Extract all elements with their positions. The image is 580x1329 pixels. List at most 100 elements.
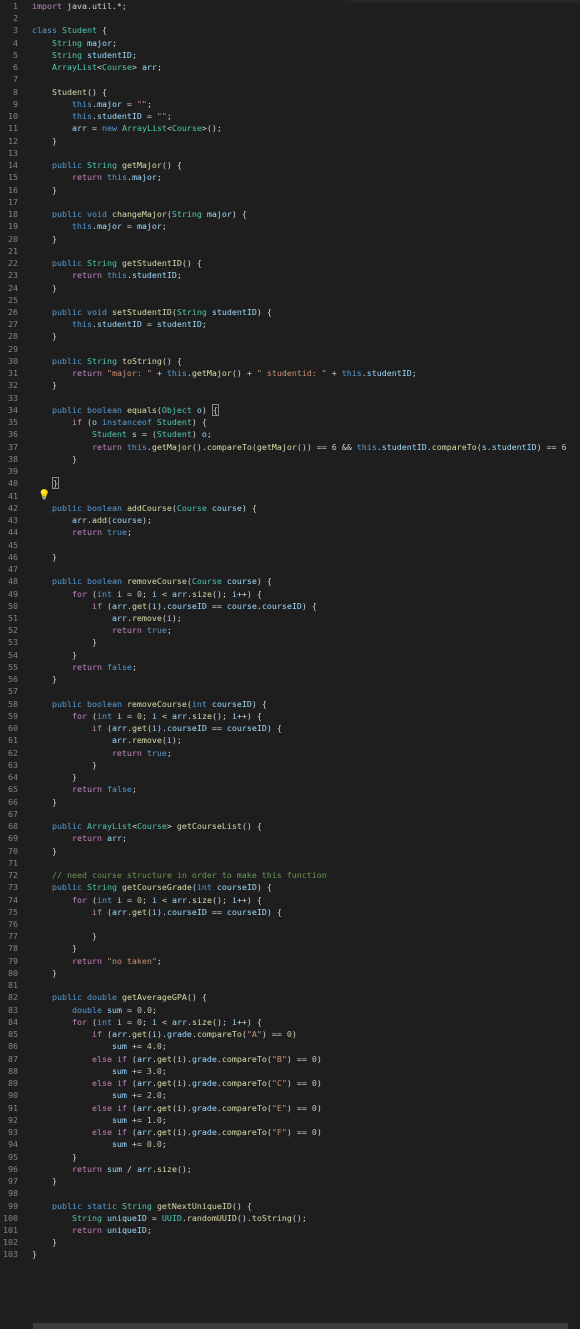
horizontal-scrollbar[interactable] bbox=[33, 1323, 568, 1329]
code-editor[interactable]: 1 import java.util.*; 2 3 class Student {4 S… bbox=[0, 0, 580, 1318]
code-line[interactable]: 40 } bbox=[0, 477, 580, 490]
code-line[interactable]: 24 } bbox=[0, 282, 580, 294]
code-line[interactable]: 83 double sum = 0.0; bbox=[0, 1004, 580, 1016]
code-line[interactable]: 73 public String getCourseGrade(int cour… bbox=[0, 881, 580, 893]
code-line[interactable]: 39 bbox=[0, 465, 580, 477]
code-line[interactable]: 43 arr.add(course); bbox=[0, 514, 580, 526]
code-line[interactable]: 46 } bbox=[0, 551, 580, 563]
code-line[interactable]: 15 return this.major; bbox=[0, 171, 580, 183]
code-line[interactable]: 89 else if (arr.get(i).grade.compareTo("… bbox=[0, 1077, 580, 1089]
code-line[interactable]: 12 } bbox=[0, 135, 580, 147]
code-line[interactable]: 42 public boolean addCourse(Course cours… bbox=[0, 502, 580, 514]
code-line[interactable]: 41 bbox=[0, 490, 580, 502]
code-line[interactable]: 48 public boolean removeCourse(Course co… bbox=[0, 575, 580, 587]
code-line[interactable]: 84 for (int i = 0; i < arr.size(); i++) … bbox=[0, 1016, 580, 1028]
code-line[interactable]: 47 bbox=[0, 563, 580, 575]
code-line[interactable]: 20 } bbox=[0, 233, 580, 245]
code-line[interactable]: 98 bbox=[0, 1187, 580, 1199]
code-line[interactable]: 93 else if (arr.get(i).grade.compareTo("… bbox=[0, 1126, 580, 1138]
code-line[interactable]: 37 return this.getMajor().compareTo(getM… bbox=[0, 441, 580, 453]
code-line[interactable]: 62 return true; bbox=[0, 747, 580, 759]
code-line[interactable]: 94 sum += 0.0; bbox=[0, 1138, 580, 1150]
code-line[interactable]: 4 String major; bbox=[0, 37, 580, 49]
code-line[interactable]: 13 bbox=[0, 147, 580, 159]
code-line[interactable]: 52 return true; bbox=[0, 624, 580, 636]
code-line[interactable]: 91 else if (arr.get(i).grade.compareTo("… bbox=[0, 1102, 580, 1114]
code-line[interactable]: 33 bbox=[0, 392, 580, 404]
code-line[interactable]: 102 } bbox=[0, 1236, 580, 1248]
code-line[interactable]: 34 public boolean equals(Object o) { bbox=[0, 403, 580, 416]
code-line[interactable]: 25 bbox=[0, 294, 580, 306]
code-line[interactable]: 10 this.studentID = ""; bbox=[0, 110, 580, 122]
code-line[interactable]: 2 bbox=[0, 12, 580, 24]
code-line[interactable]: 36 Student s = (Student) o; bbox=[0, 428, 580, 440]
code-line[interactable]: 101 return uniqueID; bbox=[0, 1224, 580, 1236]
code-line[interactable]: 95 } bbox=[0, 1151, 580, 1163]
code-line[interactable]: 65 return false; bbox=[0, 783, 580, 795]
code-line[interactable]: 96 return sum / arr.size(); bbox=[0, 1163, 580, 1175]
code-line[interactable]: 18 public void changeMajor(String major)… bbox=[0, 208, 580, 220]
code-line[interactable]: 5 String studentID; bbox=[0, 49, 580, 61]
code-line[interactable]: 26 public void setStudentID(String stude… bbox=[0, 306, 580, 318]
code-line[interactable]: 31 return "major: " + this.getMajor() + … bbox=[0, 367, 580, 379]
lightbulb-icon[interactable]: 💡 bbox=[38, 490, 50, 501]
code-line[interactable]: 30 public String toString() { bbox=[0, 355, 580, 367]
code-line[interactable]: 86 sum += 4.0; bbox=[0, 1040, 580, 1052]
code-line[interactable]: 103} bbox=[0, 1248, 580, 1260]
code-line[interactable]: 19 this.major = major; bbox=[0, 220, 580, 232]
code-line[interactable]: 53 } bbox=[0, 636, 580, 648]
code-line[interactable]: 97 } bbox=[0, 1175, 580, 1187]
code-line[interactable]: 77 } bbox=[0, 930, 580, 942]
code-line[interactable]: 7 bbox=[0, 73, 580, 85]
code-line[interactable]: 66 } bbox=[0, 796, 580, 808]
code-line[interactable]: 82 public double getAverageGPA() { bbox=[0, 991, 580, 1003]
code-line[interactable]: 57 bbox=[0, 685, 580, 697]
code-line[interactable]: 23 return this.studentID; bbox=[0, 269, 580, 281]
code-line[interactable]: 100 String uniqueID = UUID.randomUUID().… bbox=[0, 1212, 580, 1224]
code-line[interactable]: 49 for (int i = 0; i < arr.size(); i++) … bbox=[0, 588, 580, 600]
code-line[interactable]: 59 for (int i = 0; i < arr.size(); i++) … bbox=[0, 710, 580, 722]
code-line[interactable]: 79 return "no taken"; bbox=[0, 955, 580, 967]
code-line[interactable]: 45 bbox=[0, 539, 580, 551]
code-line[interactable]: 44 return true; bbox=[0, 526, 580, 538]
code-line[interactable]: 50 if (arr.get(i).courseID == course.cou… bbox=[0, 600, 580, 612]
code-line[interactable]: 28 } bbox=[0, 330, 580, 342]
code-line[interactable]: 16 } bbox=[0, 184, 580, 196]
code-line[interactable]: 90 sum += 2.0; bbox=[0, 1089, 580, 1101]
code-line[interactable]: 63 } bbox=[0, 759, 580, 771]
code-line[interactable]: 35 if (o instanceof Student) { bbox=[0, 416, 580, 428]
code-line[interactable]: 22 public String getStudentID() { bbox=[0, 257, 580, 269]
code-line[interactable]: 68 public ArrayList<Course> getCourseLis… bbox=[0, 820, 580, 832]
code-line[interactable]: 14 public String getMajor() { bbox=[0, 159, 580, 171]
code-line[interactable]: 21 bbox=[0, 245, 580, 257]
code-line[interactable]: 74 for (int i = 0; i < arr.size(); i++) … bbox=[0, 894, 580, 906]
code-line[interactable]: 72 // need course structure in order to … bbox=[0, 869, 580, 881]
code-line[interactable]: 70 } bbox=[0, 845, 580, 857]
code-line[interactable]: 61 arr.remove(i); bbox=[0, 734, 580, 746]
code-line[interactable]: 88 sum += 3.0; bbox=[0, 1065, 580, 1077]
code-line[interactable]: 92 sum += 1.0; bbox=[0, 1114, 580, 1126]
code-line[interactable]: 75 if (arr.get(i).courseID == courseID) … bbox=[0, 906, 580, 918]
code-line[interactable]: 64 } bbox=[0, 771, 580, 783]
code-line[interactable]: 78 } bbox=[0, 942, 580, 954]
code-line[interactable]: 51 arr.remove(i); bbox=[0, 612, 580, 624]
code-line[interactable]: 55 return false; bbox=[0, 661, 580, 673]
code-line[interactable]: 32 } bbox=[0, 379, 580, 391]
code-line[interactable]: 38 } bbox=[0, 453, 580, 465]
code-line[interactable]: 17 bbox=[0, 196, 580, 208]
code-line[interactable]: 99 public static String getNextUniqueID(… bbox=[0, 1200, 580, 1212]
code-line[interactable]: 9 this.major = ""; bbox=[0, 98, 580, 110]
code-line[interactable]: 6 ArrayList<Course> arr; bbox=[0, 61, 580, 73]
code-line[interactable]: 85 if (arr.get(i).grade.compareTo("A") =… bbox=[0, 1028, 580, 1040]
code-line[interactable]: 58 public boolean removeCourse(int cours… bbox=[0, 698, 580, 710]
code-line[interactable]: 87 else if (arr.get(i).grade.compareTo("… bbox=[0, 1053, 580, 1065]
code-line[interactable]: 81 bbox=[0, 979, 580, 991]
code-line[interactable]: 56 } bbox=[0, 673, 580, 685]
code-line[interactable]: 8 Student() { bbox=[0, 86, 580, 98]
code-line[interactable]: 3 class Student { bbox=[0, 24, 580, 36]
code-line[interactable]: 80 } bbox=[0, 967, 580, 979]
code-line[interactable]: 11 arr = new ArrayList<Course>(); bbox=[0, 122, 580, 134]
code-line[interactable]: 60 if (arr.get(i).courseID == courseID) … bbox=[0, 722, 580, 734]
code-line[interactable]: 27 this.studentID = studentID; bbox=[0, 318, 580, 330]
code-line[interactable]: 54 } bbox=[0, 649, 580, 661]
